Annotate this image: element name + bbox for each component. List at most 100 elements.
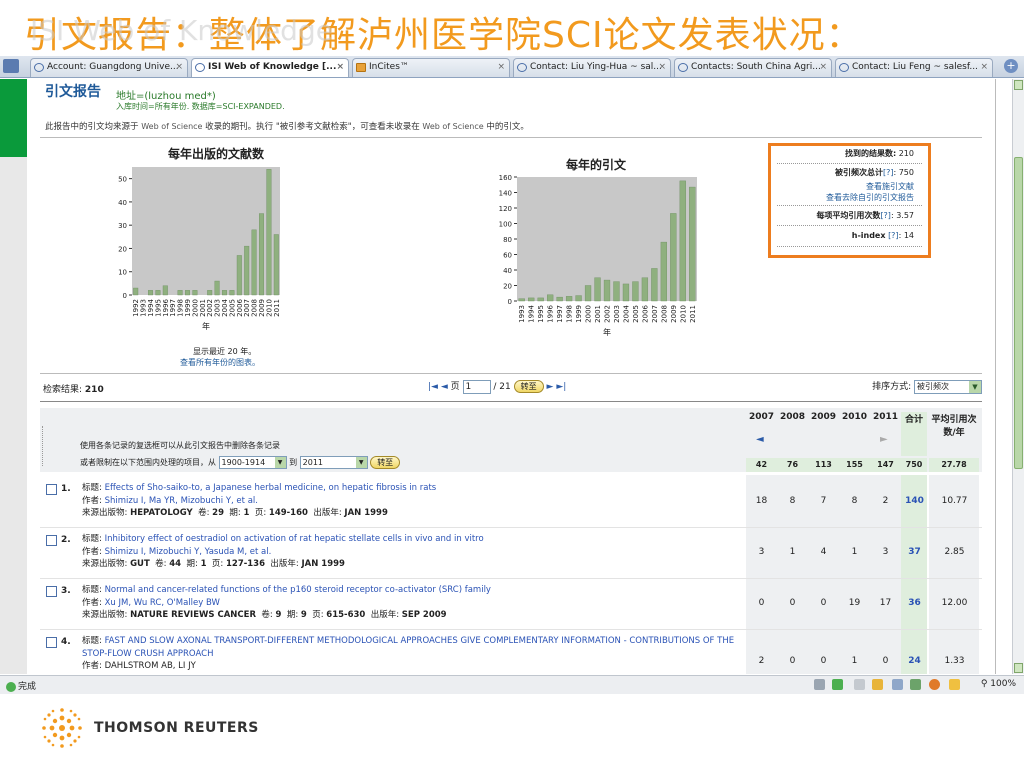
plot-area [132, 167, 280, 295]
year-header: 2009 [810, 412, 837, 422]
thomson-reuters-logo [42, 708, 82, 748]
tab-label: ISI Web of Knowledge [... [208, 62, 337, 72]
total-header: 合计 [901, 412, 927, 456]
bar [622, 283, 630, 302]
grand-total: 750 [901, 458, 927, 472]
page-number-input[interactable]: 1 [462, 379, 491, 394]
row-divider [40, 527, 982, 528]
view-without-self-citations-link[interactable]: 查看去除自引的引文报告 [826, 192, 914, 203]
record-checkbox[interactable] [46, 535, 57, 546]
citation-table-header: 使用各条记录的复选框可以从此引文报告中删除各条记录 或者限制在以下范围内处理的项… [40, 408, 982, 472]
y-tick-label: 100 [499, 221, 512, 229]
total-citations-link[interactable]: 37 [899, 547, 930, 557]
web-page-icon [195, 63, 205, 72]
scroll-down-icon[interactable] [1014, 663, 1023, 673]
vertical-scrollbar[interactable] [1012, 79, 1024, 674]
help-link[interactable]: [?] [883, 168, 894, 177]
last-page-icon[interactable]: ►| [556, 382, 566, 392]
year-total: 42 [746, 458, 777, 472]
bar [185, 290, 190, 296]
record-title-link[interactable]: Inhibitory effect of oestradiol on activ… [105, 534, 484, 544]
tab-isi-web-of-knowledge[interactable]: ISI Web of Knowledge [... × [191, 58, 349, 77]
range-from-select[interactable]: 1900-1914 ▼ [218, 456, 287, 469]
chevron-down-icon: ▼ [355, 457, 367, 468]
close-icon[interactable]: × [658, 59, 666, 76]
range-go-button[interactable]: 转至 [370, 456, 401, 469]
addon-icon[interactable] [854, 679, 865, 690]
y-tick-label: 40 [503, 267, 512, 275]
security-icon[interactable] [814, 679, 825, 690]
bar [670, 213, 677, 302]
search-timespan: 入库时间=所有年份. 数据库=SCI-EXPANDED. [116, 102, 285, 111]
x-tick-label: 2009 [670, 305, 678, 323]
prev-years-icon[interactable]: ◄ [756, 434, 764, 445]
record-title-link[interactable]: Normal and cancer-related functions of t… [105, 585, 491, 595]
tab-contacts-south-china[interactable]: Contacts: South China Agri... × [674, 58, 832, 77]
next-years-icon[interactable]: ► [880, 434, 888, 445]
table-tree-line [42, 426, 60, 466]
new-tab-button[interactable]: + [1004, 59, 1018, 73]
citation-stats-box: 找到的结果数: 210 被引频次总计[?]: 750 查看施引文献 查看去除自引… [768, 143, 931, 258]
bar [133, 287, 139, 296]
help-link[interactable]: [?] [888, 231, 899, 240]
sort-select[interactable]: 被引频次 ▼ [914, 379, 982, 394]
scroll-up-icon[interactable] [1014, 80, 1023, 90]
lock-icon[interactable] [872, 679, 883, 690]
total-citations-link[interactable]: 24 [899, 656, 930, 666]
x-tick-label: 1998 [566, 305, 574, 323]
year-header: 2007 [748, 412, 775, 422]
h-index: h-index [?]: 14 [851, 231, 914, 240]
first-page-icon[interactable]: |◄ [428, 382, 438, 392]
y-tick-label: 20 [503, 283, 512, 291]
record-checkbox[interactable] [46, 484, 57, 495]
close-icon[interactable]: × [497, 59, 505, 76]
bar [266, 169, 272, 296]
search-address: 地址=(luzhou med*) [116, 91, 216, 102]
tab-contact-liu-feng[interactable]: Contact: Liu Feng ~ salesf... × [835, 58, 993, 77]
bar [229, 290, 235, 296]
tab-account[interactable]: Account: Guangdong Unive... × [30, 58, 188, 77]
speaker-icon[interactable] [892, 679, 903, 690]
average-citations: 2.85 [944, 547, 965, 557]
page-go-button[interactable]: 转至 [513, 380, 544, 393]
record-checkbox[interactable] [46, 586, 57, 597]
browser-menu-icon[interactable] [3, 59, 19, 73]
report-title: 引文报告 [45, 84, 101, 100]
next-page-icon[interactable]: ► [547, 382, 554, 392]
window-icon[interactable] [910, 679, 921, 690]
page-right-border [995, 79, 996, 674]
total-citations-link[interactable]: 140 [899, 496, 930, 506]
record-title-link[interactable]: Effects of Sho-saiko-to, a Japanese herb… [105, 483, 437, 493]
close-icon[interactable]: × [336, 59, 344, 76]
bar [192, 290, 198, 296]
chart-title-citations: 每年的引文 [566, 158, 627, 172]
help-link[interactable]: [?] [880, 211, 891, 220]
scrollbar-thumb[interactable] [1014, 157, 1023, 469]
range-to-select[interactable]: 2011 ▼ [299, 456, 368, 469]
view-citing-articles-link[interactable]: 查看施引文献 [866, 181, 914, 192]
x-axis-label: 年 [603, 327, 611, 337]
tab-incites[interactable]: InCites™ × [352, 58, 510, 77]
y-tick-label: 140 [499, 190, 512, 198]
zoom-level[interactable]: ⚲ 100% [981, 679, 1016, 689]
bar [222, 290, 227, 296]
x-tick-label: 2008 [660, 305, 668, 323]
download-icon[interactable] [832, 679, 843, 690]
record-title-link[interactable]: FAST AND SLOW AXONAL TRANSPORT-DIFFERENT… [82, 636, 734, 659]
report-description: 此报告中的引文均来源于 Web of Science 收录的期刊。执行 "被引参… [45, 122, 529, 132]
bar [207, 290, 213, 296]
close-icon[interactable]: × [819, 59, 827, 76]
bar [556, 296, 563, 302]
total-citations-link[interactable]: 36 [899, 598, 930, 608]
prev-page-icon[interactable]: ◄ [441, 382, 448, 392]
firefox-icon[interactable] [929, 679, 940, 690]
x-tick-label: 2010 [679, 305, 687, 323]
tab-contact-liu-ying-hua[interactable]: Contact: Liu Ying-Hua ~ sal... × [513, 58, 671, 77]
view-all-years-link[interactable]: 查看所有年份的图表。 [180, 357, 260, 368]
average-citations-per-item: 每项平均引用次数[?]: 3.57 [816, 211, 914, 220]
close-icon[interactable]: × [980, 59, 988, 76]
popup-blocker-icon[interactable] [949, 679, 960, 690]
chevron-down-icon: ▼ [969, 380, 981, 393]
close-icon[interactable]: × [175, 59, 183, 76]
record-checkbox[interactable] [46, 637, 57, 648]
